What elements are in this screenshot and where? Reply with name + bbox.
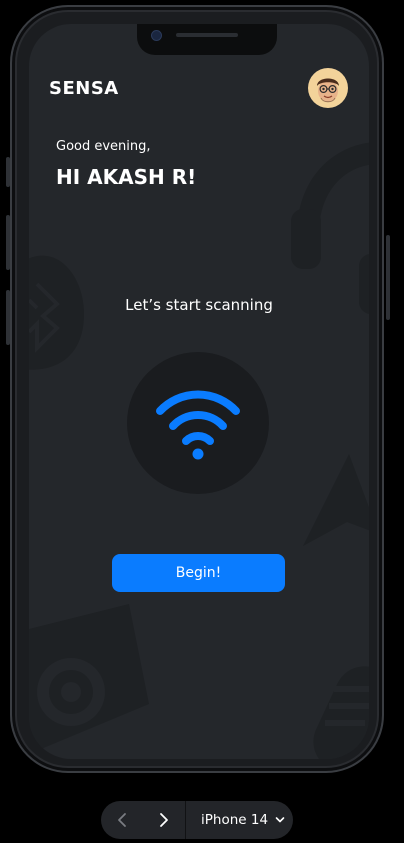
power-button <box>386 235 390 320</box>
greeting-text: Good evening, <box>56 139 151 154</box>
wifi-scan-indicator <box>127 352 269 494</box>
device-preview-toolbar: iPhone 14 <box>101 801 293 839</box>
microphone-icon <box>313 666 369 759</box>
chevron-right-icon <box>160 813 168 827</box>
chevron-left-icon <box>118 813 126 827</box>
headphones-icon <box>291 142 369 314</box>
profile-avatar[interactable] <box>308 68 348 108</box>
dynamic-notch <box>137 24 277 55</box>
scan-prompt: Let’s start scanning <box>125 296 273 314</box>
volume-down-button <box>6 290 10 345</box>
speaker-grille <box>176 33 238 37</box>
phone-frame: SENSA Good evening, HI AKASH R! Let’s st… <box>6 5 390 773</box>
volume-up-button <box>6 215 10 270</box>
previous-button[interactable] <box>101 801 143 839</box>
front-camera <box>151 30 162 41</box>
app-screen: SENSA Good evening, HI AKASH R! Let’s st… <box>29 24 369 759</box>
memoji-avatar-icon <box>317 78 339 103</box>
user-greeting-name: HI AKASH R! <box>56 165 197 189</box>
begin-button[interactable]: Begin! <box>112 554 285 592</box>
camera-icon <box>29 604 149 754</box>
action-button <box>6 157 10 187</box>
wifi-icon <box>156 390 240 460</box>
device-selector-label: iPhone 14 <box>201 812 269 828</box>
next-button[interactable] <box>143 801 185 839</box>
navigation-icon <box>303 454 369 546</box>
device-selector[interactable]: iPhone 14 <box>186 812 285 828</box>
app-title: SENSA <box>49 78 119 99</box>
chevron-down-icon <box>275 817 285 823</box>
